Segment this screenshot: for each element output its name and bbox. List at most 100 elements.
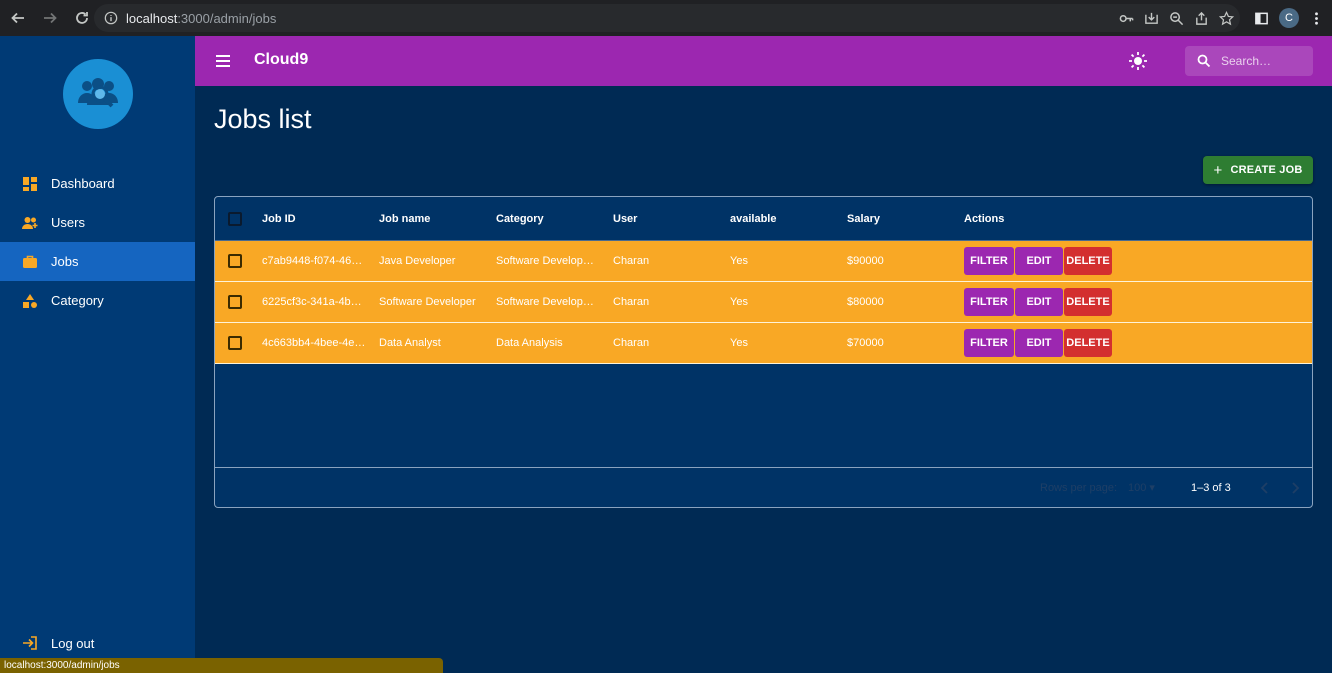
available-cell: Yes <box>730 255 748 267</box>
edit-button[interactable]: EDIT <box>1015 247 1063 275</box>
user-cell: Charan <box>613 296 650 308</box>
column-header-salary[interactable]: Salary <box>847 213 880 225</box>
filter-button[interactable]: FILTER <box>964 288 1014 316</box>
arrow-left-icon <box>11 12 24 24</box>
url-host: localhost <box>126 10 178 26</box>
profile-avatar[interactable]: C <box>1279 8 1299 28</box>
top-app-bar: Cloud9 <box>195 36 1332 86</box>
rows-per-page-select[interactable]: 100 ▾ <box>1128 481 1155 494</box>
create-job-label: CREATE JOB <box>1230 164 1303 176</box>
users-icon <box>22 216 38 229</box>
table-footer: Rows per page: 100 ▾ 1–3 of 3 <box>215 467 1312 507</box>
star-icon[interactable] <box>1219 10 1234 26</box>
salary-cell: $80000 <box>847 296 884 308</box>
next-page-icon[interactable] <box>1287 480 1303 496</box>
search-input[interactable] <box>1221 54 1311 68</box>
edit-button[interactable]: EDIT <box>1015 329 1063 357</box>
back-button[interactable] <box>4 4 32 32</box>
job-id-cell: c7ab9448-f074-46… <box>262 255 363 267</box>
arrow-right-icon <box>44 12 57 24</box>
filter-button[interactable]: FILTER <box>964 247 1014 275</box>
column-header-user[interactable]: User <box>613 213 637 225</box>
job-name-cell: Java Developer <box>379 255 456 267</box>
category-cell: Data Analysis <box>496 337 563 349</box>
column-header-job-id[interactable]: Job ID <box>262 213 296 225</box>
sidebar-item-category[interactable]: Category <box>0 281 195 320</box>
column-header-available[interactable]: available <box>730 213 776 225</box>
job-name-cell: Software Developer <box>379 296 476 308</box>
dashboard-icon <box>23 176 37 191</box>
search-box[interactable] <box>1185 46 1313 76</box>
zoom-icon[interactable] <box>1169 11 1184 26</box>
column-header-job-name[interactable]: Job name <box>379 213 430 225</box>
available-cell: Yes <box>730 337 748 349</box>
briefcase-icon <box>23 255 37 268</box>
category-cell: Software Develop… <box>496 296 594 308</box>
available-cell: Yes <box>730 296 748 308</box>
row-checkbox[interactable] <box>228 336 242 350</box>
sidebar-item-dashboard[interactable]: Dashboard <box>0 164 195 203</box>
job-id-cell: 6225cf3c-341a-4b… <box>262 296 362 308</box>
sidebar-item-jobs[interactable]: Jobs <box>0 242 195 281</box>
create-job-button[interactable]: + CREATE JOB <box>1203 156 1313 184</box>
select-all-checkbox[interactable] <box>228 211 242 226</box>
status-bar-url: localhost:3000/admin/jobs <box>0 658 443 673</box>
side-panel-icon[interactable] <box>1254 11 1269 26</box>
url-path: :3000/admin/jobs <box>177 10 277 26</box>
sidebar-item-label: Users <box>51 215 85 230</box>
column-header-category[interactable]: Category <box>496 213 544 225</box>
sidebar-item-users[interactable]: Users <box>0 203 195 242</box>
salary-cell: $90000 <box>847 255 884 267</box>
app-logo <box>63 59 133 129</box>
reload-button[interactable] <box>68 4 96 32</box>
reload-icon <box>76 12 88 24</box>
edit-button[interactable]: EDIT <box>1015 288 1063 316</box>
delete-button[interactable]: DELETE <box>1064 288 1112 316</box>
sidebar-item-label: Category <box>51 293 104 308</box>
rows-per-page-label: Rows per page: <box>1040 482 1118 494</box>
user-cell: Charan <box>613 337 650 349</box>
job-search-logo-icon <box>78 78 118 108</box>
browser-toolbar: localhost:3000/admin/jobs C <box>0 0 1332 36</box>
share-icon[interactable] <box>1194 11 1209 26</box>
row-checkbox[interactable] <box>228 295 242 309</box>
sun-icon[interactable] <box>1128 51 1148 71</box>
category-icon <box>23 293 37 308</box>
table-header: Job ID Job name Category User available … <box>215 197 1312 241</box>
sidebar: Dashboard Users Jobs Category Log out <box>0 36 195 673</box>
app-title: Cloud9 <box>254 51 309 68</box>
logout-button[interactable]: Log out <box>21 634 94 652</box>
user-cell: Charan <box>613 255 650 267</box>
table-row[interactable]: 6225cf3c-341a-4b… Software Developer Sof… <box>215 282 1312 323</box>
address-bar[interactable]: localhost:3000/admin/jobs <box>94 4 1240 32</box>
filter-button[interactable]: FILTER <box>964 329 1014 357</box>
row-checkbox[interactable] <box>228 254 242 268</box>
url-text: localhost:3000/admin/jobs <box>126 11 276 26</box>
jobs-table: Job ID Job name Category User available … <box>214 196 1313 508</box>
logout-label: Log out <box>51 635 95 651</box>
delete-button[interactable]: DELETE <box>1064 329 1112 357</box>
table-row[interactable]: c7ab9448-f074-46… Java Developer Softwar… <box>215 241 1312 282</box>
install-icon[interactable] <box>1144 11 1159 26</box>
rows-per-page-value: 100 <box>1128 482 1147 494</box>
delete-button[interactable]: DELETE <box>1064 247 1112 275</box>
sidebar-item-label: Dashboard <box>51 176 115 191</box>
previous-page-icon[interactable] <box>1257 480 1273 496</box>
salary-cell: $70000 <box>847 337 884 349</box>
pagination-info: 1–3 of 3 <box>1191 482 1231 494</box>
category-cell: Software Develop… <box>496 255 594 267</box>
info-icon <box>104 11 118 25</box>
job-name-cell: Data Analyst <box>379 337 441 349</box>
plus-icon: + <box>1213 161 1223 179</box>
sidebar-nav: Dashboard Users Jobs Category <box>0 164 195 320</box>
search-icon <box>1197 54 1211 68</box>
table-row[interactable]: 4c663bb4-4bee-4e… Data Analyst Data Anal… <box>215 323 1312 364</box>
key-icon[interactable] <box>1119 11 1134 26</box>
menu-icon[interactable] <box>215 52 231 70</box>
chevron-down-icon: ▾ <box>1149 482 1155 494</box>
sidebar-item-label: Jobs <box>51 254 79 269</box>
more-vert-icon[interactable] <box>1309 11 1324 26</box>
forward-button[interactable] <box>36 4 64 32</box>
logout-icon <box>23 636 37 650</box>
page-title: Jobs list <box>214 104 312 134</box>
